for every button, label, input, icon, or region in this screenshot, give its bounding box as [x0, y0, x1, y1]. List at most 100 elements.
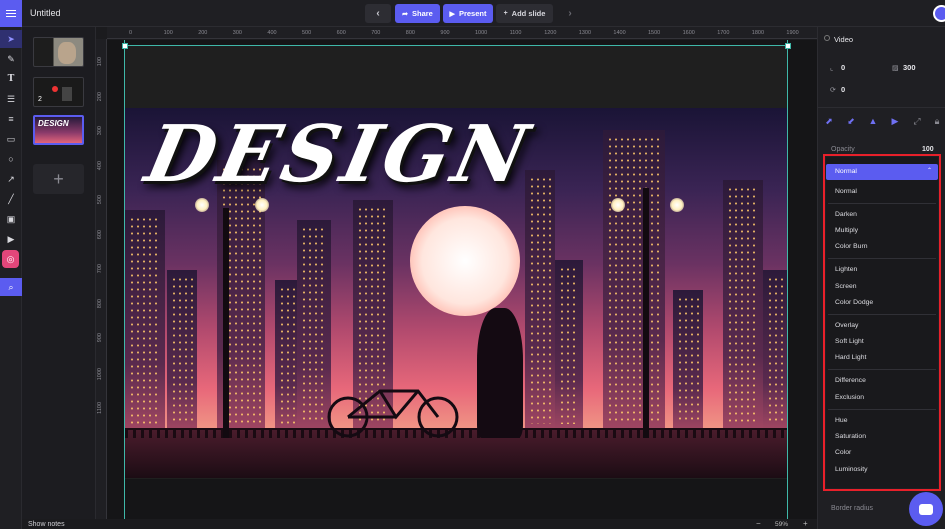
add-slide-button[interactable]: + Add slide: [496, 4, 553, 23]
x-position-icon: ⌞: [830, 65, 834, 72]
document-title[interactable]: Untitled: [30, 8, 61, 18]
ruler-tick-label: 0: [129, 30, 133, 36]
building: [723, 180, 763, 430]
app-icon[interactable]: ◎: [2, 250, 19, 268]
building: [555, 260, 583, 430]
divider: [818, 107, 945, 108]
width-icon: ▨: [892, 65, 899, 72]
lamp-post: [643, 188, 649, 438]
lamp-light: [255, 198, 269, 212]
ruler-tick-label: 1400: [613, 30, 626, 36]
ruler-tick-label: 1200: [544, 30, 557, 36]
text-icon[interactable]: T: [0, 70, 22, 88]
flip-vertical-icon[interactable]: ▲: [867, 115, 879, 127]
search-icon[interactable]: ⌕: [0, 278, 22, 296]
ruler-tick-label: 1000: [97, 367, 103, 380]
ruler-tick-label: 1800: [751, 30, 765, 36]
arrow-icon[interactable]: ↗: [0, 170, 22, 188]
show-notes-button[interactable]: Show notes: [28, 521, 65, 528]
ruler-tick-label: 1600: [682, 30, 695, 36]
building: [125, 210, 165, 430]
lamp-post: [223, 208, 229, 438]
resize-handle-top-right[interactable]: [785, 43, 791, 49]
tool-bar: ➤ ✎ T ☰ ≡ ▭ ○ ↗ ╱ ▣ ▶ ◎ ⌕: [0, 27, 22, 529]
ruler-tick-label: 100: [97, 57, 103, 67]
border-radius-label: Border radius: [831, 505, 874, 512]
ruler-tick-label: 200: [97, 91, 103, 101]
bicycle-silhouette: [327, 389, 459, 438]
send-backward-icon[interactable]: ⬋: [845, 115, 857, 127]
opacity-value[interactable]: 100: [922, 146, 934, 153]
x-position-value[interactable]: 0: [841, 63, 845, 72]
play-icon: ▶: [449, 10, 455, 18]
add-slide-label: Add slide: [511, 9, 546, 18]
selection-guide-right: [787, 40, 788, 529]
ruler-tick-label: 800: [405, 30, 415, 36]
opacity-label: Opacity: [831, 146, 855, 153]
ruler-tick-label: 300: [97, 126, 103, 136]
share-icon: ➦: [402, 10, 408, 18]
width-value[interactable]: 300: [903, 63, 916, 72]
ruler-tick-label: 300: [232, 30, 242, 36]
slide-thumbnail-2[interactable]: 2: [33, 77, 84, 107]
video-icon[interactable]: ▶: [0, 230, 22, 248]
slide-thumbnail-3[interactable]: DESIGN: [33, 115, 84, 145]
circle-icon[interactable]: ○: [0, 150, 22, 168]
lamp-light: [670, 198, 684, 212]
rectangle-icon[interactable]: ▭: [0, 130, 22, 148]
bring-forward-icon[interactable]: ⬈: [823, 115, 835, 127]
building: [603, 130, 665, 430]
panel-title: Video: [834, 35, 854, 44]
rotation-icon: ⟳: [830, 87, 836, 94]
ruler-tick-label: 500: [97, 195, 103, 205]
building: [673, 290, 703, 430]
list-icon[interactable]: ☰: [0, 90, 22, 108]
building: [167, 270, 197, 430]
add-slide-tile[interactable]: +: [33, 164, 84, 194]
ruler-tick-label: 900: [97, 333, 103, 343]
sun-shape: [410, 206, 520, 316]
share-button[interactable]: ➦ Share: [395, 4, 440, 23]
ruler-tick-label: 1500: [648, 30, 661, 36]
headline-text[interactable]: DESIGN: [138, 109, 539, 200]
chat-button[interactable]: [909, 492, 943, 526]
ruler-tick-label: 1100: [509, 30, 522, 36]
top-bar: Untitled ‹ ➦ Share ▶ Present + Add slide…: [0, 0, 945, 27]
ruler-tick-label: 500: [302, 30, 312, 36]
pointer-icon[interactable]: ➤: [0, 30, 22, 48]
lamp-light: [195, 198, 209, 212]
zoom-in-button[interactable]: +: [803, 519, 808, 528]
next-slide-button[interactable]: ›: [558, 4, 582, 23]
ruler-tick-label: 700: [97, 264, 103, 274]
share-label: Share: [412, 9, 433, 18]
rotation-value[interactable]: 0: [841, 85, 845, 94]
slide-thumbnail-1[interactable]: [33, 37, 84, 67]
lock-icon[interactable]: 🔒︎: [931, 115, 943, 127]
chat-icon: [919, 503, 933, 515]
present-button[interactable]: ▶ Present: [443, 4, 493, 23]
ruler-tick-label: 600: [97, 229, 103, 239]
ruler-tick-label: 100: [163, 30, 173, 36]
thumbnail-text: DESIGN: [38, 119, 69, 128]
zoom-out-button[interactable]: −: [756, 519, 761, 528]
selection-guide-top: [124, 45, 788, 46]
ruler-tick-label: 600: [336, 30, 346, 36]
video-icon: [824, 35, 830, 41]
pen-icon[interactable]: ✎: [0, 50, 22, 68]
flip-horizontal-icon[interactable]: ▶: [889, 115, 901, 127]
ruler-tick-label: 200: [198, 30, 208, 36]
slides-panel: 2 DESIGN +: [22, 27, 96, 519]
line-icon[interactable]: ╱: [0, 190, 22, 208]
previous-slide-button[interactable]: ‹: [365, 4, 391, 23]
expand-icon[interactable]: ⤢: [911, 115, 923, 127]
menu-icon[interactable]: [0, 0, 22, 27]
image-icon[interactable]: ▣: [0, 210, 22, 228]
lamp-light: [611, 198, 625, 212]
highlight-annotation: [823, 154, 941, 491]
bullet-list-icon[interactable]: ≡: [0, 110, 22, 128]
resize-handle-top-left[interactable]: [122, 43, 128, 49]
vertical-ruler: 100 200 300 400 500 600 700 800 900 1000 1100: [96, 39, 107, 519]
avatar[interactable]: [933, 5, 945, 22]
selection-guide-left: [124, 40, 125, 529]
thumbnail-dot: [52, 86, 58, 92]
